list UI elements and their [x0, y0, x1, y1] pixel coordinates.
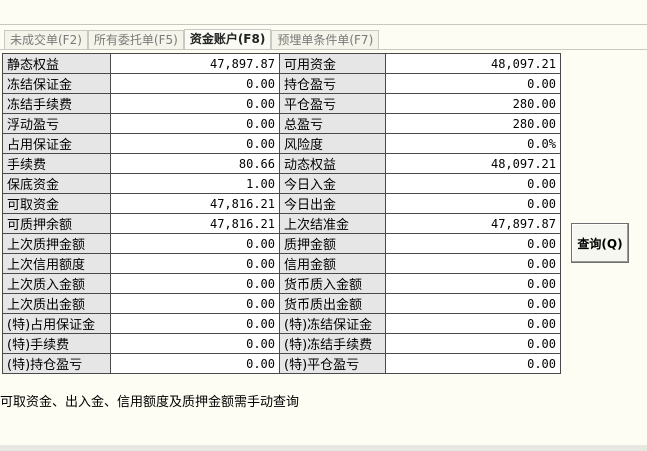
right-value-cell: 0.00 [385, 333, 561, 354]
left-value-cell: 0.00 [110, 113, 280, 134]
manual-query-note: 可取资金、出入金、信用额度及质押金额需手动查询 [0, 395, 300, 410]
left-label-cell: 上次质押金额 [2, 233, 111, 254]
right-label-cell: (特)冻结手续费 [279, 333, 386, 354]
right-value-cell: 0.00 [385, 233, 561, 254]
table-row: 冻结保证金 0.00 持仓盈亏 0.00 [2, 73, 561, 94]
right-label-cell: 货币质入金额 [279, 273, 386, 294]
right-value-cell: 0.00 [385, 273, 561, 294]
left-value-cell: 0.00 [110, 333, 280, 354]
table-row: 保底资金 1.00 今日入金 0.00 [2, 173, 561, 194]
right-value-cell: 47,897.87 [385, 213, 561, 234]
right-label-cell: 质押金额 [279, 233, 386, 254]
table-row: 上次信用额度 0.00 信用金额 0.00 [2, 253, 561, 274]
right-value-cell: 0.00 [385, 73, 561, 94]
right-value-cell: 280.00 [385, 93, 561, 114]
table-row: (特)手续费 0.00 (特)冻结手续费 0.00 [2, 333, 561, 354]
right-label-cell: 风险度 [279, 133, 386, 154]
right-label-cell: 平仓盈亏 [279, 93, 386, 114]
table-row: 可质押余额 47,816.21 上次结准金 47,897.87 [2, 213, 561, 234]
right-value-cell: 0.00 [385, 253, 561, 274]
right-value-cell: 48,097.21 [385, 53, 561, 74]
table-row: 上次质押金额 0.00 质押金额 0.00 [2, 233, 561, 254]
left-label-cell: 可取资金 [2, 193, 111, 214]
right-label-cell: (特)冻结保证金 [279, 313, 386, 334]
left-label-cell: 冻结手续费 [2, 93, 111, 114]
right-label-cell: 动态权益 [279, 153, 386, 174]
fund-account-table: 静态权益 47,897.87 可用资金 48,097.21 冻结保证金 0.00 持仓盈亏 0… [2, 53, 561, 374]
left-label-cell: (特)持仓盈亏 [2, 353, 111, 374]
left-label-cell: 可质押余额 [2, 213, 111, 234]
table-row: 手续费 80.66 动态权益 48,097.21 [2, 153, 561, 174]
right-label-cell: 上次结准金 [279, 213, 386, 234]
left-value-cell: 0.00 [110, 313, 280, 334]
left-value-cell: 0.00 [110, 293, 280, 314]
right-value-cell: 280.00 [385, 113, 561, 134]
tab-bar: 未成交单(F2) 所有委托单(F5) 资金账户(F8) 预埋单条件单(F7) [4, 29, 380, 50]
tab-unfilled-orders[interactable]: 未成交单(F2) [4, 30, 88, 49]
left-value-cell: 47,816.21 [110, 193, 280, 214]
table-row: 上次质出金额 0.00 货币质出金额 0.00 [2, 293, 561, 314]
right-value-cell: 0.00 [385, 353, 561, 374]
table-row: 上次质入金额 0.00 货币质入金额 0.00 [2, 273, 561, 294]
left-value-cell: 47,816.21 [110, 213, 280, 234]
right-label-cell: 持仓盈亏 [279, 73, 386, 94]
right-label-cell: 今日入金 [279, 173, 386, 194]
table-row: (特)占用保证金 0.00 (特)冻结保证金 0.00 [2, 313, 561, 334]
left-value-cell: 0.00 [110, 273, 280, 294]
table-row: 静态权益 47,897.87 可用资金 48,097.21 [2, 53, 561, 74]
left-value-cell: 0.00 [110, 233, 280, 254]
left-label-cell: 冻结保证金 [2, 73, 111, 94]
right-value-cell: 0.00 [385, 313, 561, 334]
left-value-cell: 1.00 [110, 173, 280, 194]
left-value-cell: 0.00 [110, 93, 280, 114]
table-row: 浮动盈亏 0.00 总盈亏 280.00 [2, 113, 561, 134]
right-value-cell: 0.00 [385, 193, 561, 214]
left-value-cell: 0.00 [110, 73, 280, 94]
right-value-cell: 48,097.21 [385, 153, 561, 174]
right-label-cell: (特)平仓盈亏 [279, 353, 386, 374]
left-label-cell: (特)手续费 [2, 333, 111, 354]
left-label-cell: 上次质入金额 [2, 273, 111, 294]
left-label-cell: 保底资金 [2, 173, 111, 194]
tab-fund-account[interactable]: 资金账户(F8) [183, 29, 272, 50]
right-label-cell: 可用资金 [279, 53, 386, 74]
left-label-cell: (特)占用保证金 [2, 313, 111, 334]
table-row: 占用保证金 0.00 风险度 0.0% [2, 133, 561, 154]
top-toolbar-strip [0, 0, 647, 25]
left-value-cell: 47,897.87 [110, 53, 280, 74]
right-label-cell: 今日出金 [279, 193, 386, 214]
left-value-cell: 80.66 [110, 153, 280, 174]
right-value-cell: 0.0% [385, 133, 561, 154]
tab-divider [0, 49, 647, 50]
query-button[interactable]: 查询(Q) [571, 223, 629, 263]
left-label-cell: 浮动盈亏 [2, 113, 111, 134]
status-bar [0, 445, 647, 451]
tab-preset-conditional-orders[interactable]: 预埋单条件单(F7) [271, 30, 380, 49]
right-label-cell: 货币质出金额 [279, 293, 386, 314]
right-label-cell: 总盈亏 [279, 113, 386, 134]
table-row: 可取资金 47,816.21 今日出金 0.00 [2, 193, 561, 214]
left-label-cell: 上次信用额度 [2, 253, 111, 274]
left-label-cell: 手续费 [2, 153, 111, 174]
left-value-cell: 0.00 [110, 253, 280, 274]
right-value-cell: 0.00 [385, 293, 561, 314]
table-row: (特)持仓盈亏 0.00 (特)平仓盈亏 0.00 [2, 353, 561, 374]
right-label-cell: 信用金额 [279, 253, 386, 274]
left-value-cell: 0.00 [110, 133, 280, 154]
table-row: 冻结手续费 0.00 平仓盈亏 280.00 [2, 93, 561, 114]
right-value-cell: 0.00 [385, 173, 561, 194]
left-label-cell: 静态权益 [2, 53, 111, 74]
left-value-cell: 0.00 [110, 353, 280, 374]
left-label-cell: 上次质出金额 [2, 293, 111, 314]
left-label-cell: 占用保证金 [2, 133, 111, 154]
tab-all-orders[interactable]: 所有委托单(F5) [87, 30, 184, 49]
